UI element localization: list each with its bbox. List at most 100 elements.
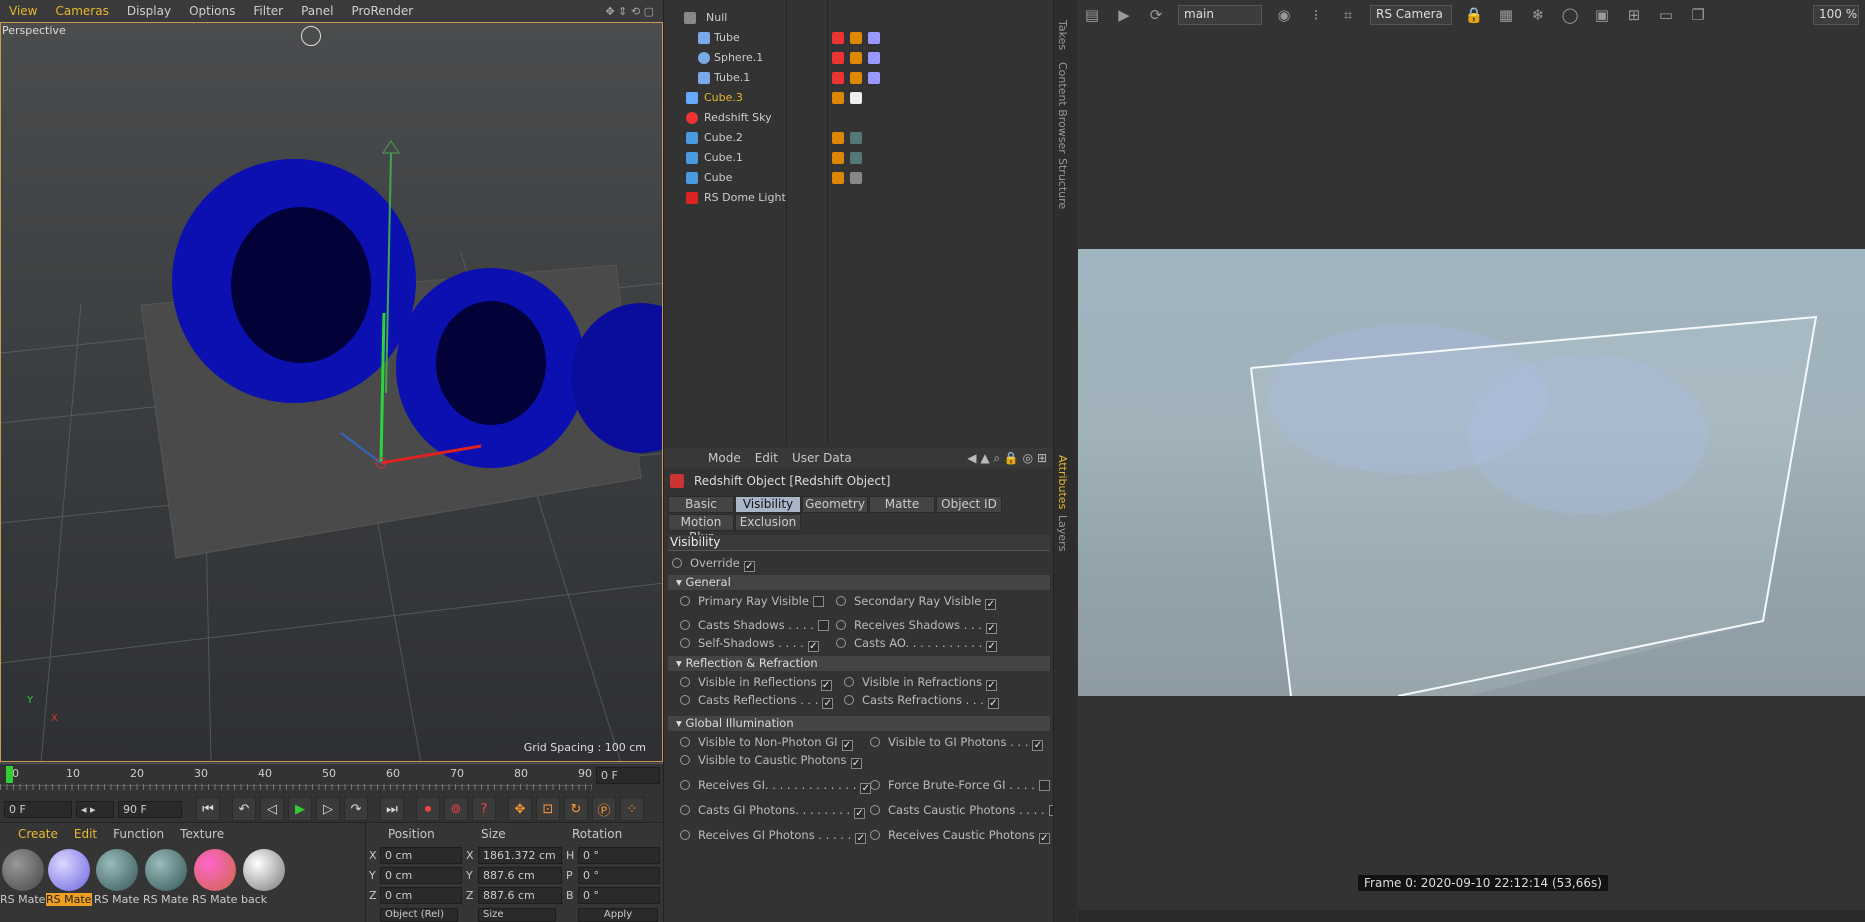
- material-swatch[interactable]: back: [241, 849, 287, 915]
- tab-motionblur[interactable]: Motion Blur: [668, 514, 734, 544]
- record-icon[interactable]: ⏺: [416, 797, 440, 821]
- menu-filter[interactable]: Filter: [244, 4, 292, 18]
- goto-start-icon[interactable]: ⏮: [196, 797, 220, 821]
- casts-shadows[interactable]: Casts Shadows . . . .: [680, 618, 829, 632]
- object-row[interactable]: Cube: [664, 168, 1054, 188]
- mat-menu-texture[interactable]: Texture: [180, 827, 224, 841]
- play-icon[interactable]: ▶: [288, 797, 312, 821]
- prev-key-icon[interactable]: ↶: [232, 797, 256, 821]
- size-x-field[interactable]: 1861.372 cm: [478, 847, 562, 864]
- position-x-field[interactable]: 0 cm: [380, 847, 462, 864]
- receives-caustic-photons[interactable]: Receives Caustic Photons ✓: [870, 828, 1050, 844]
- clapper-icon[interactable]: ▤: [1082, 5, 1102, 25]
- receives-gi-photons[interactable]: Receives GI Photons . . . . . ✓: [680, 828, 867, 844]
- size-mode-dropdown[interactable]: Size: [478, 908, 556, 922]
- casts-gi-photons[interactable]: Casts GI Photons. . . . . . . . ✓: [680, 803, 866, 819]
- object-row[interactable]: Sphere.1: [664, 48, 1054, 68]
- group-reflection-refraction[interactable]: ▾ Reflection & Refraction: [668, 656, 1050, 671]
- rotation-p-field[interactable]: 0 °: [578, 867, 660, 884]
- menu-view[interactable]: View: [0, 4, 46, 18]
- object-row[interactable]: Redshift Sky: [664, 108, 1054, 128]
- mat-menu-create[interactable]: Create: [18, 827, 58, 841]
- max-frame-field[interactable]: 90 F: [118, 800, 182, 818]
- param-key-icon[interactable]: Ⓟ: [592, 797, 616, 821]
- camera-icon[interactable]: [301, 26, 321, 46]
- timeline-ruler[interactable]: 0 10 20 30 40 50 60 70 80 90: [0, 764, 592, 786]
- menu-options[interactable]: Options: [180, 4, 244, 18]
- receives-shadows[interactable]: Receives Shadows . . . ✓: [836, 618, 997, 634]
- rotation-h-field[interactable]: 0 °: [578, 847, 660, 864]
- object-row[interactable]: Tube.1: [664, 68, 1054, 88]
- camera-dropdown[interactable]: RS Camera: [1370, 5, 1452, 25]
- menu-cameras[interactable]: Cameras: [46, 4, 117, 18]
- override-row[interactable]: Override ✓: [672, 556, 755, 572]
- position-z-field[interactable]: 0 cm: [380, 887, 462, 904]
- force-brute-force-gi[interactable]: Force Brute-Force GI . . . .: [870, 778, 1050, 792]
- copy-icon[interactable]: ❐: [1688, 5, 1708, 25]
- object-row[interactable]: Tube: [664, 28, 1054, 48]
- object-row[interactable]: Null: [664, 8, 1054, 28]
- attr-menu-userdata[interactable]: User Data: [792, 451, 852, 465]
- side-tab-takes[interactable]: Takes: [1056, 20, 1069, 50]
- visible-to-nonphoton-gi[interactable]: Visible to Non-Photon GI ✓: [680, 735, 853, 751]
- attr-menu-edit[interactable]: Edit: [755, 451, 778, 465]
- object-row[interactable]: Cube.3: [664, 88, 1054, 108]
- attr-nav-icons[interactable]: ◀ ▲ ⌕ 🔒 ◎ ⊞: [967, 451, 1053, 466]
- rgb-icon[interactable]: ◉: [1274, 5, 1294, 25]
- size-y-field[interactable]: 887.6 cm: [478, 867, 562, 884]
- render-image[interactable]: [1078, 249, 1865, 696]
- casts-caustic-photons[interactable]: Casts Caustic Photons . . . .: [870, 803, 1060, 817]
- rotation-b-field[interactable]: 0 °: [578, 887, 660, 904]
- display-dropdown[interactable]: main: [1178, 5, 1262, 25]
- apply-button[interactable]: Apply: [578, 908, 658, 922]
- move-key-icon[interactable]: ✥: [508, 797, 532, 821]
- refresh-icon[interactable]: ⟳: [1146, 5, 1166, 25]
- current-frame-field[interactable]: 0 F: [4, 800, 72, 818]
- casts-ao[interactable]: Casts AO. . . . . . . . . . . ✓: [836, 636, 998, 652]
- zoom-field[interactable]: 100 %: [1813, 5, 1859, 25]
- coord-mode-dropdown[interactable]: Object (Rel): [380, 908, 458, 922]
- tab-geometry[interactable]: Geometry: [802, 496, 868, 513]
- group-global-illumination[interactable]: ▾ Global Illumination: [668, 716, 1050, 731]
- side-tab-layers[interactable]: Layers: [1056, 515, 1069, 551]
- primary-ray-visible[interactable]: Primary Ray Visible: [680, 594, 824, 608]
- self-shadows[interactable]: Self-Shadows . . . . ✓: [680, 636, 819, 652]
- grid-icon[interactable]: ⁝: [1306, 5, 1326, 25]
- material-swatch[interactable]: RS Mate: [143, 849, 189, 915]
- snowflake-icon[interactable]: ❄: [1528, 5, 1548, 25]
- circle-icon[interactable]: ◯: [1560, 5, 1580, 25]
- play-render-icon[interactable]: ▶: [1114, 5, 1134, 25]
- tab-visibility[interactable]: Visibility: [735, 496, 801, 513]
- tab-exclusion[interactable]: Exclusion: [735, 514, 801, 531]
- menu-prorender[interactable]: ProRender: [342, 4, 422, 18]
- tab-matte[interactable]: Matte: [869, 496, 935, 513]
- frame-stepper[interactable]: ◂ ▸: [76, 800, 114, 818]
- casts-reflections[interactable]: Casts Reflections . . . ✓: [680, 693, 834, 709]
- goto-end-icon[interactable]: ⏭: [380, 797, 404, 821]
- casts-refractions[interactable]: Casts Refractions . . . ✓: [844, 693, 999, 709]
- mat-menu-function[interactable]: Function: [113, 827, 164, 841]
- autokey-icon[interactable]: ⊚: [444, 797, 468, 821]
- menu-display[interactable]: Display: [118, 4, 180, 18]
- attr-menu-mode[interactable]: Mode: [708, 451, 741, 465]
- side-tab-content-browser[interactable]: Content Browser: [1056, 62, 1069, 154]
- mat-menu-edit[interactable]: Edit: [74, 827, 97, 841]
- material-swatch-selected[interactable]: RS Mate: [46, 849, 92, 915]
- menu-panel[interactable]: Panel: [292, 4, 342, 18]
- viewport-canvas[interactable]: Perspective Grid Spacing : 100 cm Y X: [0, 22, 663, 762]
- viewport-nav-icons[interactable]: ✥ ⇕ ⟲ ▢: [596, 5, 663, 18]
- group-general[interactable]: ▾ General: [668, 575, 1050, 590]
- crop-icon[interactable]: ⌗: [1338, 5, 1358, 25]
- scale-key-icon[interactable]: ⊡: [536, 797, 560, 821]
- material-swatch[interactable]: RS Mate: [94, 849, 140, 915]
- end-frame-field[interactable]: 0 F: [596, 767, 660, 784]
- tiles-icon[interactable]: ▦: [1496, 5, 1516, 25]
- visible-in-reflections[interactable]: Visible in Reflections ✓: [680, 675, 832, 691]
- side-tab-structure[interactable]: Structure: [1056, 158, 1069, 209]
- lock-icon[interactable]: 🔒: [1464, 5, 1484, 25]
- grid-key-icon[interactable]: ⁘: [620, 797, 644, 821]
- pv-icon[interactable]: ▭: [1656, 5, 1676, 25]
- help-icon[interactable]: ?: [472, 797, 496, 821]
- receives-gi[interactable]: Receives GI. . . . . . . . . . . . . ✓: [680, 778, 872, 794]
- object-row[interactable]: Cube.2: [664, 128, 1054, 148]
